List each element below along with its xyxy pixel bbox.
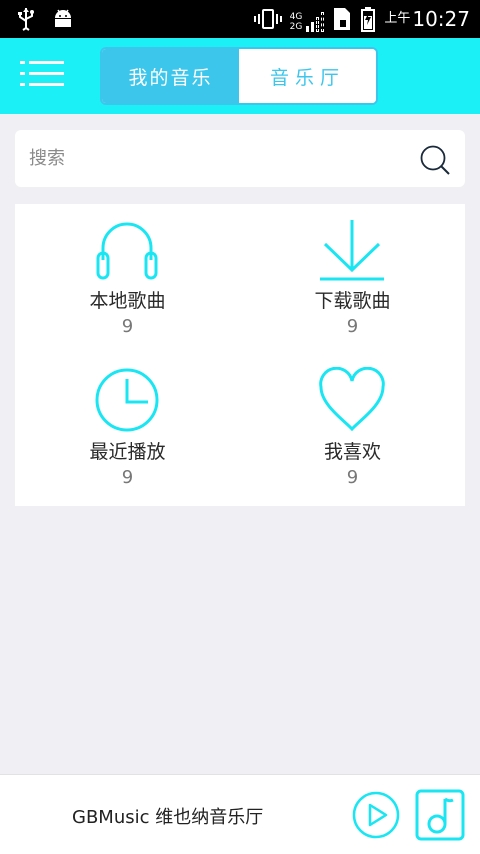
mini-player: GBMusic 维也纳音乐厅	[0, 774, 480, 854]
library-item-label: 我喜欢	[323, 441, 381, 463]
play-icon[interactable]	[352, 791, 400, 839]
library-item-recently-played[interactable]: 最近播放 9	[15, 355, 240, 506]
library-item-label: 最近播放	[89, 441, 166, 463]
library-item-downloaded-songs[interactable]: 下载歌曲 9	[240, 204, 465, 355]
am-pm-label: 上午	[384, 11, 411, 26]
hamburger-menu-icon	[20, 61, 64, 86]
search-bar	[15, 130, 465, 187]
library-grid: 本地歌曲 9 下载歌曲 9 最近播放 9 我喜欢 9	[15, 204, 465, 506]
library-item-count: 9	[121, 316, 134, 337]
network-label-2g: 2G	[289, 22, 303, 32]
library-item-count: 9	[346, 467, 359, 488]
library-item-label: 本地歌曲	[89, 290, 166, 312]
library-item-count: 9	[121, 467, 134, 488]
now-playing-title[interactable]: GBMusic 维也纳音乐厅	[72, 803, 263, 829]
tab-music-hall-label: 音乐厅	[269, 66, 345, 89]
heart-icon	[319, 367, 385, 432]
status-bar: 4G 2G 上午 10:27	[0, 0, 480, 38]
library-item-count: 9	[346, 316, 359, 337]
battery-icon	[361, 7, 376, 32]
library-item-favorites[interactable]: 我喜欢 9	[240, 355, 465, 506]
app-bar: 我的音乐 音乐厅	[0, 38, 480, 114]
android-icon	[55, 9, 71, 27]
usb-icon	[18, 8, 34, 31]
tab-my-music[interactable]: 我的音乐	[102, 49, 239, 103]
library-item-local-songs[interactable]: 本地歌曲 9	[15, 204, 240, 355]
sim-icon	[334, 8, 351, 30]
tab-my-music-label: 我的音乐	[128, 66, 213, 89]
vibrate-icon	[253, 9, 282, 29]
signal-4g2g-icon: 4G 2G	[290, 6, 325, 32]
library-item-label: 下载歌曲	[314, 290, 391, 312]
search-input[interactable]	[29, 130, 409, 187]
search-icon[interactable]	[419, 144, 451, 176]
menu-button[interactable]	[20, 58, 66, 90]
tab-music-hall[interactable]: 音乐厅	[239, 49, 376, 103]
download-icon	[320, 220, 384, 281]
clock-time: 10:27	[412, 7, 470, 31]
network-label-4g: 4G	[289, 12, 303, 22]
music-note-icon[interactable]	[415, 789, 465, 841]
tab-switcher: 我的音乐 音乐厅	[100, 47, 378, 105]
clock-icon	[95, 368, 159, 432]
headphones-icon	[96, 222, 158, 280]
